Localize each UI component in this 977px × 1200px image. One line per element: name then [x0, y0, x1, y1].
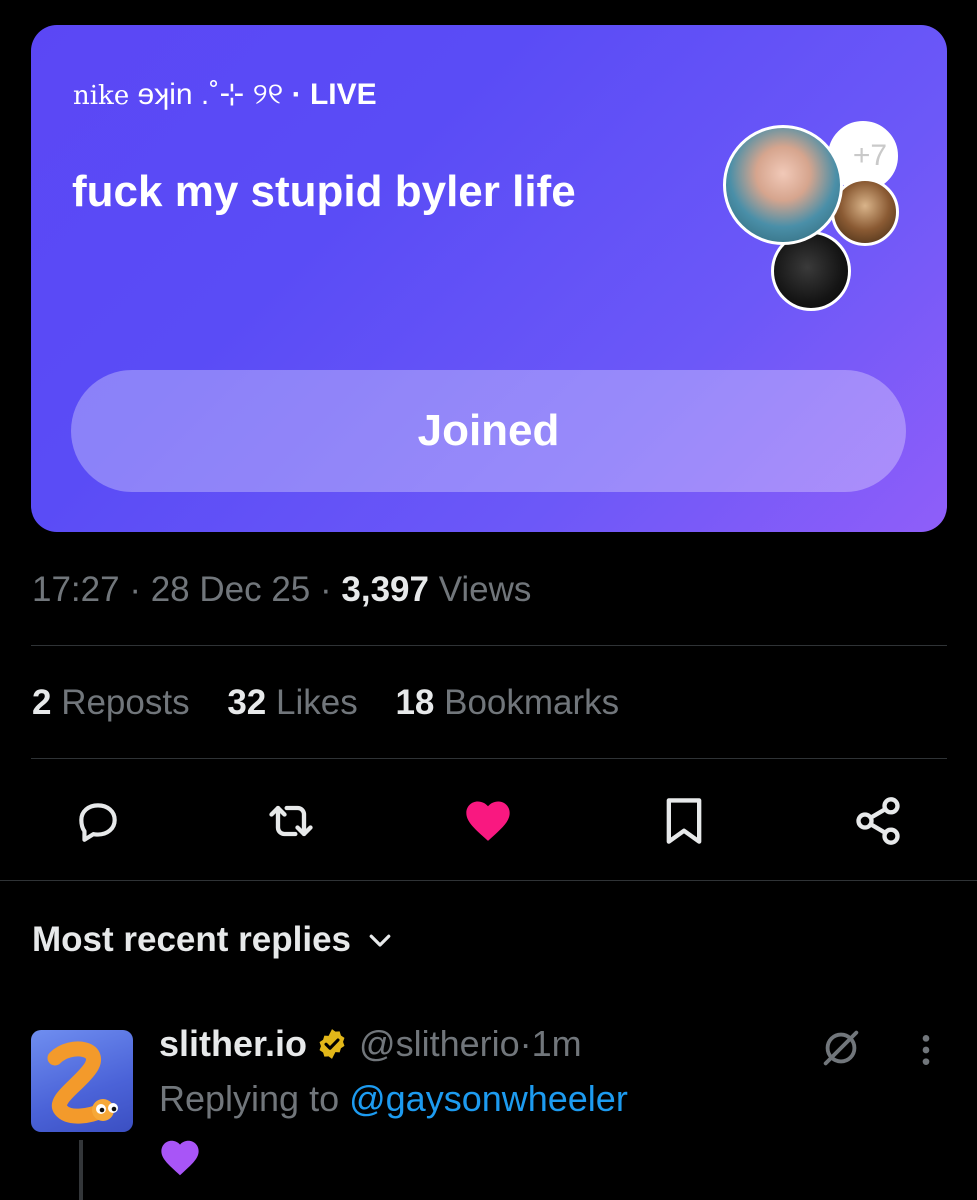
- bookmark-button[interactable]: [658, 795, 710, 847]
- bookmarks-stat[interactable]: 18 Bookmarks: [395, 683, 619, 722]
- heart-icon: [466, 801, 510, 841]
- likes-count: 32: [227, 683, 267, 722]
- tweet-time[interactable]: 17:27: [32, 570, 120, 609]
- more-vertical-icon: [922, 1035, 930, 1065]
- separator: ·: [519, 1023, 532, 1064]
- host-name-suffix: ɘʞin .˚⊹ ୨୧: [137, 78, 284, 111]
- replies-sort-label: Most recent replies: [32, 920, 351, 959]
- purple-heart-icon: [161, 1140, 199, 1176]
- reposts-label: Reposts: [51, 683, 190, 722]
- like-button[interactable]: [462, 795, 514, 847]
- space-title: fuck my stupid byler life: [72, 167, 576, 216]
- views-label: Views: [428, 570, 532, 609]
- chevron-down-icon: [369, 934, 391, 947]
- live-label: LIVE: [309, 78, 377, 111]
- tweet-date[interactable]: 28 Dec 25: [151, 570, 311, 609]
- reposts-stat[interactable]: 2 Reposts: [32, 683, 190, 722]
- grok-button[interactable]: [818, 1025, 864, 1076]
- reply-time[interactable]: 1m: [532, 1023, 582, 1065]
- bookmark-icon: [666, 798, 702, 844]
- replying-to-mention[interactable]: @gaysonwheeler: [349, 1078, 628, 1119]
- reply-button[interactable]: [72, 795, 124, 847]
- extra-listeners-count: +7: [852, 139, 888, 172]
- replying-to-line: Replying to @gaysonwheeler: [159, 1078, 628, 1120]
- tweet-stats: 2 Reposts 32 Likes 18 Bookmarks: [32, 683, 647, 723]
- host-avatar[interactable]: [723, 125, 843, 245]
- reply-avatar[interactable]: [31, 1030, 133, 1132]
- divider: [31, 645, 947, 646]
- reposts-count: 2: [32, 683, 52, 722]
- likes-stat[interactable]: 32 Likes: [227, 683, 357, 722]
- bookmarks-label: Bookmarks: [434, 683, 620, 722]
- bookmarks-count: 18: [395, 683, 435, 722]
- reply-header: slither.io @slitherio · 1m: [159, 1023, 582, 1065]
- tweet-meta: 17:27 · 28 Dec 25 · 3,397 Views: [32, 570, 531, 610]
- divider: [31, 758, 947, 759]
- reply-icon: [79, 803, 117, 842]
- space-card[interactable]: nike ɘʞin .˚⊹ ୨୧ · LIVE fuck my stupid b…: [31, 25, 947, 532]
- views-count: 3,397: [341, 570, 429, 609]
- thread-line: [79, 1140, 83, 1200]
- reply-author-handle[interactable]: @slitherio: [359, 1023, 520, 1065]
- replying-to-prefix: Replying to: [159, 1078, 350, 1119]
- share-button[interactable]: [852, 795, 904, 847]
- grok-icon: [823, 1030, 859, 1066]
- host-name: nike: [73, 81, 130, 111]
- slither-snake-logo: [47, 1041, 118, 1124]
- reply-body: 💜: [158, 1136, 202, 1183]
- more-options-button[interactable]: [914, 1030, 938, 1075]
- separator: ·: [291, 78, 302, 111]
- separator: ·: [310, 570, 342, 609]
- separator: ·: [119, 570, 151, 609]
- joined-button[interactable]: Joined: [71, 370, 906, 492]
- verified-badge-icon: [319, 1029, 345, 1059]
- repost-button[interactable]: [265, 795, 317, 847]
- replies-sort-dropdown[interactable]: Most recent replies: [32, 920, 395, 960]
- share-icon: [856, 797, 900, 845]
- reply-author-name[interactable]: slither.io: [159, 1023, 307, 1065]
- repost-icon: [269, 805, 313, 837]
- likes-label: Likes: [266, 683, 358, 722]
- space-host-line: nike ɘʞin .˚⊹ ୨୧ · LIVE: [73, 77, 377, 112]
- divider: [0, 880, 977, 881]
